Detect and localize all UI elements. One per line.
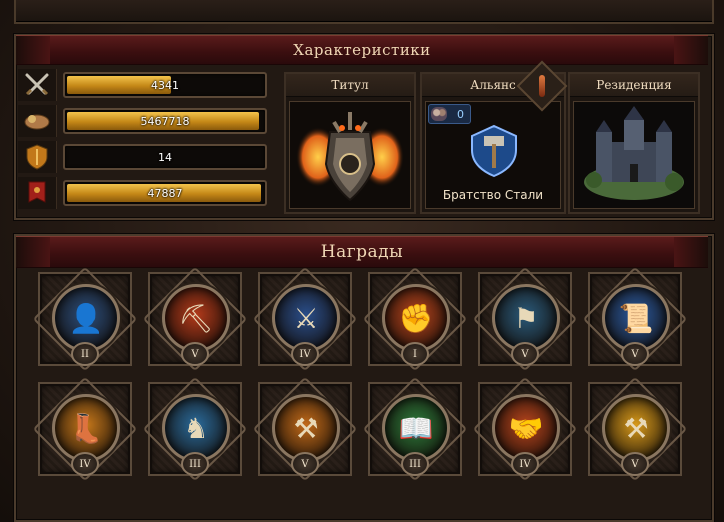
stat-row-defense: 14 [18, 140, 280, 174]
flaming-shield-icon [296, 112, 404, 202]
characteristics-banner: Характеристики [16, 35, 708, 65]
stat-row-wealth: 5467718 [18, 104, 280, 138]
award-slot[interactable]: ♞ III [148, 382, 242, 476]
army-value: 47887 [147, 186, 183, 200]
award-rank-badge: IV [511, 452, 539, 476]
castle-icon [574, 102, 694, 208]
characteristics-title: Характеристики [293, 41, 431, 59]
attack-value: 4341 [151, 78, 179, 92]
award-slot[interactable]: 🤝 IV [478, 382, 572, 476]
war-banner-icon [18, 177, 57, 209]
award-rank-badge: V [511, 342, 539, 366]
shield-icon [18, 141, 57, 173]
defense-value: 14 [158, 150, 172, 164]
award-slot[interactable]: ⚔ IV [258, 272, 352, 366]
award-slot[interactable]: 👤 II [38, 272, 132, 366]
title-card[interactable]: Титул [284, 72, 416, 214]
crossed-swords-icon [18, 69, 57, 101]
alliance-count: 0 [457, 107, 464, 121]
award-slot[interactable]: ⚑ V [478, 272, 572, 366]
award-slot[interactable]: ⚒ V [258, 382, 352, 476]
stat-row-army: 47887 [18, 176, 280, 210]
award-rank-badge: V [291, 452, 319, 476]
awards-banner: Награды [16, 236, 708, 268]
defense-bar: 14 [63, 144, 267, 170]
attack-bar: 4341 [63, 72, 267, 98]
alliance-name[interactable]: Братство Стали [426, 188, 560, 202]
awards-title: Награды [320, 242, 404, 262]
title-card-label: Титул [286, 74, 414, 97]
army-bar: 47887 [63, 180, 267, 206]
award-rank-badge: II [71, 342, 99, 366]
award-slot[interactable]: ⚒ V [588, 382, 682, 476]
award-rank-badge: V [621, 342, 649, 366]
group-icon [431, 107, 447, 121]
alliance-members-badge: 0 [428, 104, 471, 124]
top-panel-edge [14, 0, 714, 24]
quill-icon [539, 75, 545, 97]
alliance-body: 0 Братство Стали [425, 101, 561, 209]
award-slot[interactable]: 👢 IV [38, 382, 132, 476]
residence-image [573, 101, 695, 209]
residence-card-label: Резиденция [570, 74, 698, 97]
award-rank-badge: I [401, 342, 429, 366]
residence-card[interactable]: Резиденция [568, 72, 700, 214]
wealth-bar: 5467718 [63, 108, 267, 134]
award-slot[interactable]: ⛏ V [148, 272, 242, 366]
award-slot[interactable]: ✊ I [368, 272, 462, 366]
award-rank-badge: III [181, 452, 209, 476]
coin-bag-icon [18, 105, 57, 137]
award-rank-badge: III [401, 452, 429, 476]
title-emblem [289, 101, 411, 209]
wealth-value: 5467718 [140, 114, 190, 128]
award-slot[interactable]: 📖 III [368, 382, 462, 476]
alliance-hammer-emblem-icon [471, 124, 517, 178]
award-rank-badge: IV [71, 452, 99, 476]
award-slot[interactable]: 📜 V [588, 272, 682, 366]
award-rank-badge: IV [291, 342, 319, 366]
award-rank-badge: V [621, 452, 649, 476]
award-rank-badge: V [181, 342, 209, 366]
stat-row-attack: 4341 [18, 68, 280, 102]
